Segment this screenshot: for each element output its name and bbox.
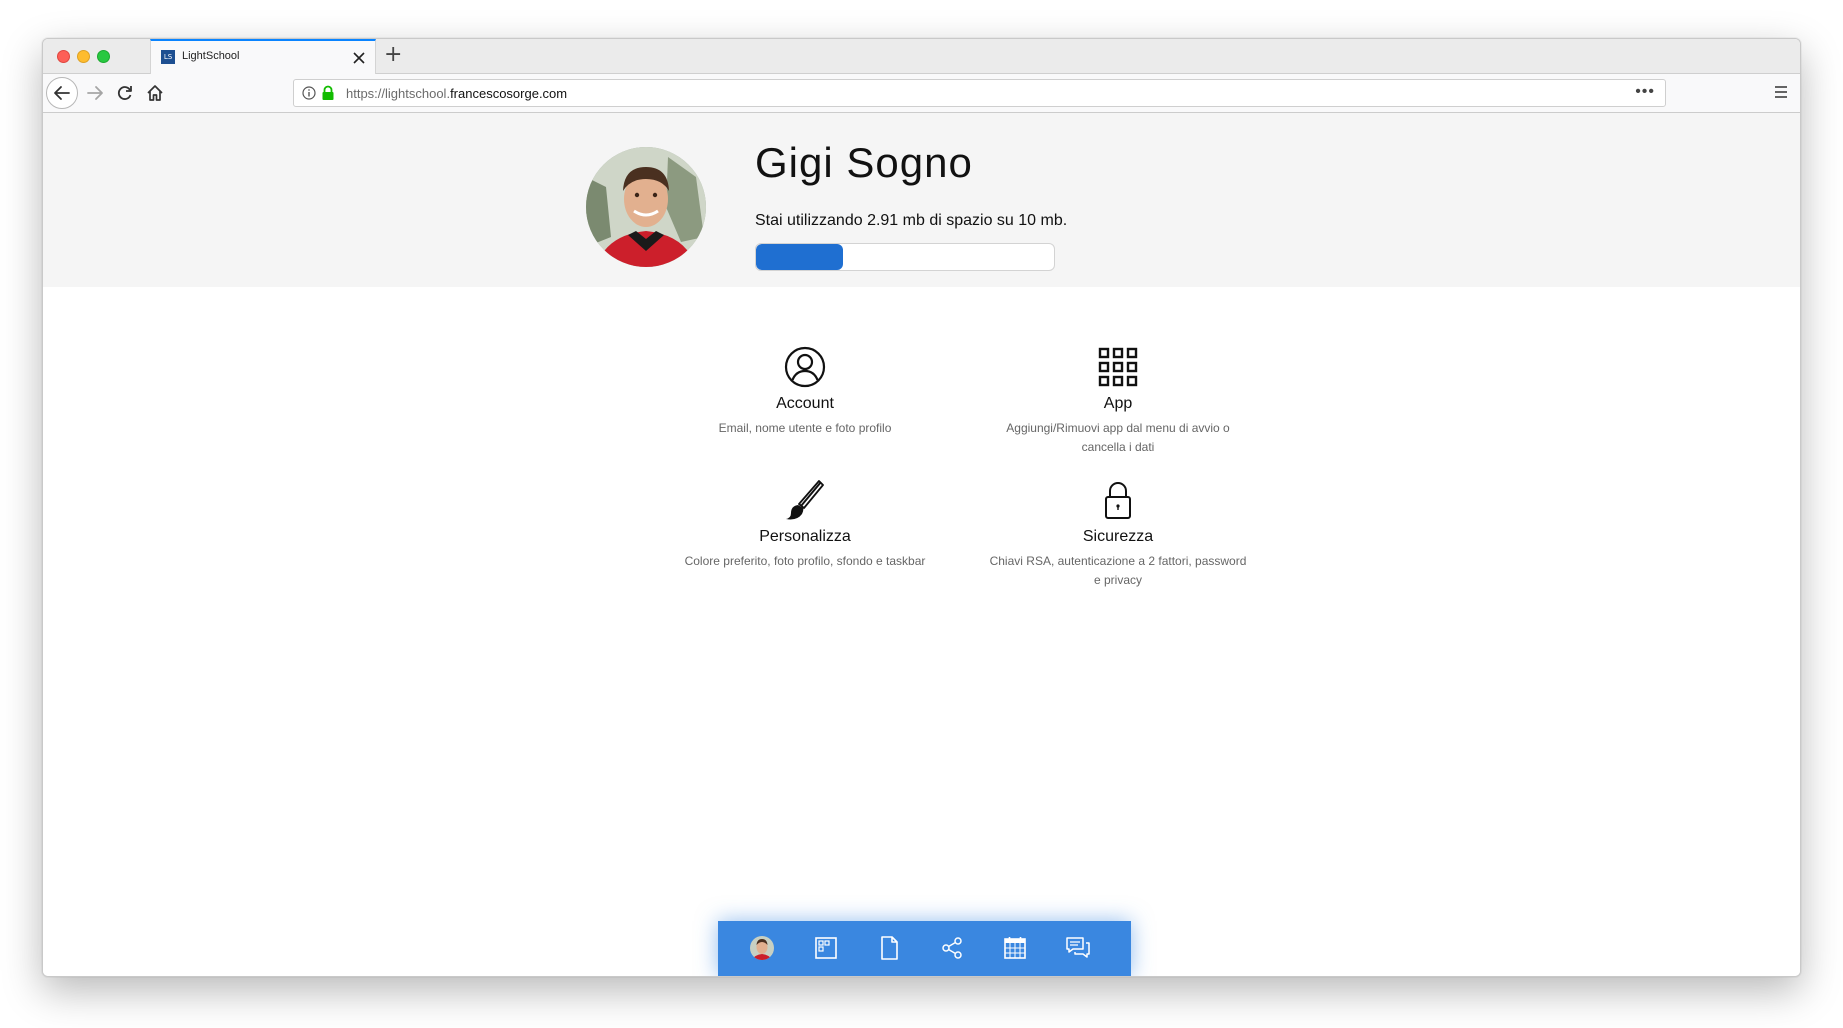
settings-security[interactable]: Sicurezza Chiavi RSA, autenticazione a 2…	[988, 478, 1248, 590]
url-domain: francescosorge.com	[450, 86, 568, 101]
tab-title: LightSchool	[182, 50, 240, 62]
storage-usage-fill	[756, 244, 843, 270]
settings-description: Colore preferito, foto profilo, sfondo e…	[684, 554, 926, 568]
lock-icon[interactable]	[321, 85, 335, 101]
home-button[interactable]	[139, 77, 171, 109]
chat-icon	[1066, 937, 1090, 958]
url-prefix: https://lightschool.	[346, 86, 451, 101]
app-grid-icon	[1098, 347, 1138, 387]
paintbrush-icon	[786, 480, 824, 520]
settings-app[interactable]: App Aggiungi/Rimuovi app dal menu di avv…	[988, 345, 1248, 457]
storage-usage-bar	[755, 243, 1055, 271]
calendar-icon	[1004, 937, 1026, 959]
settings-title: Personalizza	[759, 528, 851, 545]
favicon: LS	[161, 50, 175, 64]
file-icon	[881, 936, 898, 960]
tab-lightschool[interactable]: LS LightSchool	[150, 39, 376, 74]
forward-button[interactable]	[79, 77, 111, 109]
taskbar-calendar-icon[interactable]	[1000, 933, 1030, 963]
share-icon	[942, 937, 962, 959]
avatar[interactable]	[586, 147, 706, 267]
close-tab-icon[interactable]	[353, 47, 365, 69]
settings-description: Chiavi RSA, autenticazione a 2 fattori, …	[989, 554, 1247, 587]
taskbar-file-icon[interactable]	[874, 933, 904, 963]
back-button[interactable]	[46, 77, 78, 109]
reload-button[interactable]	[109, 77, 141, 109]
user-name: Gigi Sogno	[755, 139, 973, 186]
taskbar-chat-icon[interactable]	[1063, 933, 1093, 963]
reload-icon	[117, 86, 132, 100]
taskbar-avatar[interactable]	[747, 933, 777, 963]
taskbar-share-icon[interactable]	[937, 933, 967, 963]
info-icon[interactable]	[302, 86, 316, 100]
arrow-right-icon	[87, 86, 103, 100]
url-bar[interactable]: https://lightschool.francescosorge.com •…	[293, 79, 1666, 107]
user-circle-icon	[784, 346, 826, 388]
home-icon	[147, 85, 163, 101]
tab-strip: LS LightSchool +	[43, 39, 1800, 74]
profile-header: Gigi Sogno Stai utilizzando 2.91 mb di s…	[43, 113, 1800, 287]
settings-personalize[interactable]: Personalizza Colore preferito, foto prof…	[675, 478, 935, 571]
close-window-button[interactable]	[57, 50, 70, 63]
storage-usage-text: Stai utilizzando 2.91 mb di spazio su 10…	[755, 212, 1068, 229]
hamburger-menu-icon[interactable]	[1772, 83, 1790, 101]
taskbar	[718, 921, 1131, 976]
url-text[interactable]: https://lightschool.francescosorge.com	[346, 86, 567, 101]
browser-window: LS LightSchool + https://lightschool.fra…	[42, 38, 1801, 977]
page-content: Gigi Sogno Stai utilizzando 2.91 mb di s…	[43, 113, 1800, 976]
taskbar-window-icon[interactable]	[811, 933, 841, 963]
zoom-window-button[interactable]	[97, 50, 110, 63]
window-icon	[815, 937, 837, 959]
settings-description: Email, nome utente e foto profilo	[718, 421, 892, 435]
minimize-window-button[interactable]	[77, 50, 90, 63]
navigation-bar: https://lightschool.francescosorge.com •…	[43, 74, 1800, 113]
settings-title: Account	[776, 395, 834, 412]
settings-title: App	[1103, 395, 1133, 412]
padlock-icon	[1105, 482, 1131, 519]
arrow-left-icon	[54, 86, 70, 100]
profile-photo	[586, 147, 706, 267]
avatar	[750, 936, 774, 960]
settings-title: Sicurezza	[1082, 528, 1154, 545]
settings-account[interactable]: Account Email, nome utente e foto profil…	[675, 345, 935, 438]
page-actions-button[interactable]: •••	[1635, 83, 1655, 101]
new-tab-button[interactable]: +	[384, 42, 402, 67]
settings-description: Aggiungi/Rimuovi app dal menu di avvio o…	[1006, 421, 1230, 454]
